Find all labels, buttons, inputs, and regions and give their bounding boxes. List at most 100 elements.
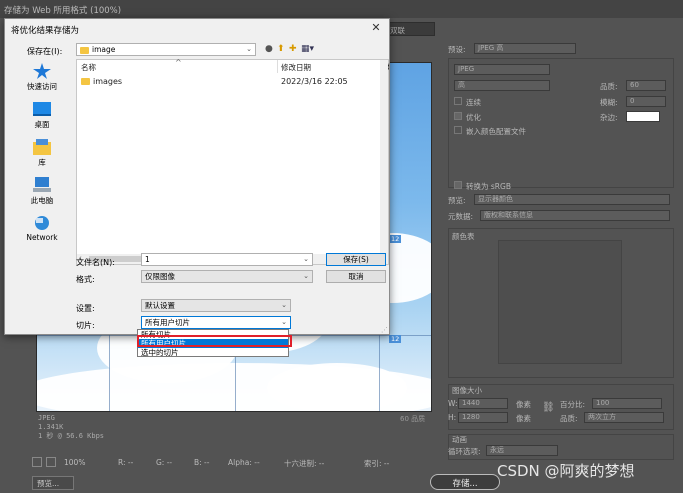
info-size: 1.341K [38, 423, 64, 431]
loop-select[interactable]: 永远 [486, 445, 558, 456]
status-bar: 100% R: -- G: -- B: -- Alpha: -- 十六进制: -… [30, 456, 440, 470]
blur-input[interactable]: 0 [626, 96, 666, 107]
format-select[interactable]: JPEG [454, 64, 550, 75]
slices-label: 切片: [76, 321, 95, 330]
height-input[interactable]: 1280 [458, 412, 508, 423]
place-quick-access[interactable]: 快速访问 [13, 63, 71, 92]
window-title: 存储为 Web 所用格式 (100%) [0, 0, 683, 18]
dialog-title: 将优化结果存储为 [11, 26, 80, 36]
alpha-readout: Alpha: -- [228, 458, 260, 467]
new-folder-icon[interactable]: ✚ [289, 44, 297, 54]
preset-select[interactable]: JPEG 高 [474, 43, 576, 54]
resample-select[interactable]: 两次立方 [584, 412, 664, 423]
info-time: 1 秒 @ 56.6 Kbps [38, 432, 105, 440]
file-row[interactable]: images [81, 77, 122, 86]
place-label: 快速访问 [27, 82, 57, 91]
progressive-checkbox[interactable] [454, 97, 462, 105]
folder-icon [80, 46, 89, 54]
color-table-label: 颜色表 [452, 232, 475, 241]
slice-badge[interactable]: 12 [389, 335, 402, 343]
optimized-checkbox[interactable] [454, 112, 462, 120]
slice-option[interactable]: 选中的切片 [138, 348, 288, 357]
computer-icon [33, 177, 51, 192]
preset-label: 预设: [448, 45, 466, 54]
place-label: 桌面 [34, 120, 50, 129]
filename-input[interactable]: 1 ⌄ [141, 253, 313, 266]
view-menu-icon[interactable]: ▦▾ [301, 44, 314, 54]
save-in-select[interactable]: image ⌄ [76, 43, 256, 56]
preview-browser-button[interactable]: 预览... [32, 476, 74, 490]
chevron-down-icon: ⌄ [303, 272, 309, 280]
filename-value: 1 [145, 255, 150, 264]
width-unit: 像素 [516, 400, 531, 409]
height-label: H: [448, 413, 457, 422]
format-section [448, 58, 674, 188]
percent-label: 百分比: [560, 400, 586, 409]
back-icon[interactable]: ● [265, 44, 273, 54]
vertical-scrollbar[interactable] [380, 60, 388, 255]
width-input[interactable]: 1440 [458, 398, 508, 409]
star-icon [33, 63, 51, 79]
sort-ascending-icon: ^ [175, 58, 182, 67]
width-label: W: [448, 399, 458, 408]
chevron-down-icon: ⌄ [246, 45, 252, 53]
desktop-icon [33, 102, 51, 116]
optimization-info: JPEG 1.341K 1 秒 @ 56.6 Kbps [36, 412, 432, 446]
settings-panel: 预设: JPEG 高 JPEG 高 品质: 60 连续 模糊: 0 优化 杂边:… [440, 40, 680, 460]
animation-label: 动画 [452, 435, 467, 444]
g-readout: G: -- [156, 458, 173, 467]
matte-swatch[interactable] [626, 111, 660, 122]
convert-srgb-checkbox[interactable] [454, 181, 462, 189]
index-readout: 索引: -- [364, 459, 390, 468]
optimized-label: 优化 [466, 113, 481, 122]
places-bar: 快速访问 桌面 库 此电脑 Network [13, 59, 71, 267]
slices-value: 所有用户切片 [145, 318, 190, 327]
convert-srgb-label: 转换为 sRGB [466, 182, 511, 191]
tab-2up[interactable]: 双联 [385, 22, 435, 36]
zoom-level[interactable]: 100% [64, 458, 85, 467]
save-dialog: 将优化结果存储为 ✕ 保存在(I): image ⌄ ● ⬆ ✚ ▦▾ 快速访问… [4, 18, 390, 335]
place-label: Network [26, 233, 58, 242]
format-select[interactable]: 仅限图像 ⌄ [141, 270, 313, 283]
preview-mode-label: 预览: [448, 196, 466, 205]
b-readout: B: -- [194, 458, 210, 467]
embed-profile-checkbox[interactable] [454, 126, 462, 134]
place-desktop[interactable]: 桌面 [13, 101, 71, 130]
zoom-in-icon[interactable] [46, 457, 56, 467]
save-button[interactable]: 保存(S) [326, 253, 386, 266]
column-date[interactable]: 修改日期 [281, 62, 311, 73]
quality-input[interactable]: 60 [626, 80, 666, 91]
preview-mode-select[interactable]: 显示器颜色 [474, 194, 670, 205]
zoom-out-icon[interactable] [32, 457, 42, 467]
r-readout: R: -- [118, 458, 134, 467]
column-divider [277, 60, 278, 73]
chevron-down-icon: ⌄ [281, 301, 287, 309]
link-icon[interactable]: ⛓ [542, 402, 555, 413]
place-network[interactable]: Network [13, 215, 71, 242]
up-folder-icon[interactable]: ⬆ [277, 44, 285, 54]
chevron-down-icon: ⌄ [281, 318, 287, 326]
quality-level-select[interactable]: 高 [454, 80, 550, 91]
settings-label: 设置: [76, 304, 95, 313]
height-unit: 像素 [516, 414, 531, 423]
watermark: CSDN @阿爽的梦想 [497, 462, 635, 480]
annotation-highlight [137, 335, 292, 347]
place-this-pc[interactable]: 此电脑 [13, 177, 71, 206]
loop-label: 循环选项: [448, 447, 481, 456]
save-in-value: image [92, 45, 116, 54]
image-size-label: 图像大小 [452, 386, 482, 395]
save-main-button[interactable]: 存储... [430, 474, 500, 490]
progressive-label: 连续 [466, 98, 481, 107]
column-name[interactable]: 名称 [81, 62, 96, 73]
slice-badge[interactable]: 12 [389, 235, 402, 243]
percent-input[interactable]: 100 [592, 398, 662, 409]
settings-select[interactable]: 默认设置 ⌄ [141, 299, 291, 312]
cancel-button[interactable]: 取消 [326, 270, 386, 283]
place-library[interactable]: 库 [13, 139, 71, 168]
close-icon[interactable]: ✕ [369, 21, 383, 35]
color-table-grid[interactable] [498, 240, 622, 364]
file-list[interactable]: 名称 ^ 修改日期 类 images 2022/3/16 22:05 ‹ › [76, 58, 389, 265]
metadata-select[interactable]: 版权和联系信息 [480, 210, 670, 221]
resize-grip-icon[interactable]: ⋰ [381, 326, 388, 334]
slices-select[interactable]: 所有用户切片 ⌄ [141, 316, 291, 329]
